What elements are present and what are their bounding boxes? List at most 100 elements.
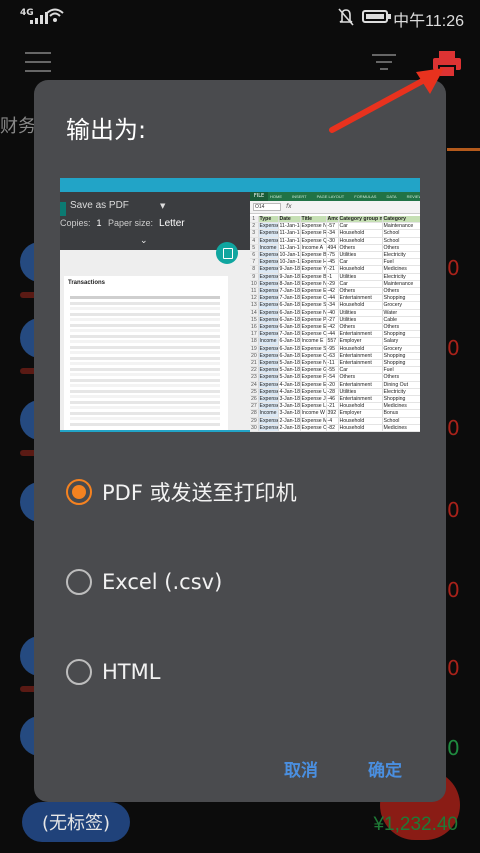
table-cell: Others — [338, 323, 383, 332]
table-row: 2Expense11-Jan-18Expense N-57CarMaintena… — [250, 222, 420, 231]
table-cell: Shopping — [382, 294, 420, 303]
wifi-icon — [46, 8, 64, 22]
table-cell: Dining Out — [382, 381, 420, 389]
table-cell: Expense — [258, 229, 279, 238]
table-cell: Car — [338, 280, 383, 289]
table-cell: Expense O — [300, 294, 327, 303]
cancel-button[interactable]: 取消 — [284, 756, 318, 781]
table-row: 4Expense11-Jan-18Expense Q-30HouseholdSc… — [250, 237, 420, 245]
pdf-row — [70, 329, 220, 332]
table-cell: Expense — [258, 417, 279, 425]
save-icon — [216, 242, 238, 264]
ribbon-tab: PAGE LAYOUT — [316, 194, 345, 199]
table-cell: Entertainment — [338, 352, 383, 361]
option-excel[interactable]: Excel (.csv) — [66, 564, 222, 600]
table-cell: -11 — [326, 359, 339, 368]
table-cell: Expense F — [300, 373, 327, 382]
table-cell: -44 — [326, 294, 339, 303]
option-label: PDF 或发送至打印机 — [102, 481, 297, 505]
table-row: 30 Expense 2-Jan-18 Expense C -82 Household Me… — [250, 424, 420, 432]
ribbon: HOMEINSERTPAGE LAYOUTFORMULASDATAREVIEW … — [250, 192, 420, 201]
row-number: 14 — [250, 309, 259, 317]
table-cell: Expense — [258, 359, 279, 368]
table-cell: Expense — [258, 323, 279, 332]
table-row: 17 Expense 7-Jan-18 Expense O -44 Entertainme… — [250, 330, 420, 339]
table-row: 8 Expense 9-Jan-18 Expense Y -21 Household Med… — [250, 265, 420, 274]
table-cell: -75 — [326, 251, 339, 260]
option-html[interactable]: HTML — [66, 654, 160, 690]
pdf-icon — [60, 202, 66, 216]
pdf-row — [70, 417, 220, 420]
row-number: 12 — [250, 294, 259, 303]
table-cell: Others — [382, 244, 420, 253]
table-cell: Utilities — [338, 388, 383, 397]
table-cell: 392 — [326, 409, 339, 418]
ribbon-tab: DATA — [386, 194, 397, 199]
row-number: 2 — [250, 222, 259, 231]
option-pdf[interactable]: PDF 或发送至打印机 — [66, 474, 297, 510]
table-cell: Income E — [300, 337, 327, 346]
list-amount: 0 — [447, 416, 460, 440]
row-number: 3 — [250, 229, 259, 238]
table-row: 29 Expense 2-Jan-18 Expense M -4 Household Sch… — [250, 417, 420, 425]
pdf-row — [70, 395, 220, 398]
ribbon-tab: INSERT — [292, 194, 307, 199]
row-number: 1 — [250, 216, 259, 224]
row-number: 23 — [250, 373, 259, 382]
table-cell: Grocery — [382, 301, 420, 310]
table-cell: Others — [338, 287, 383, 296]
pdf-row — [70, 345, 220, 349]
table-cell: Expense — [258, 309, 279, 317]
tab-indicator — [447, 148, 480, 151]
table-cell: Expense — [258, 265, 279, 274]
row-number: 9 — [250, 273, 259, 281]
ribbon-tab: FILE — [250, 192, 268, 201]
table-cell: Expense N — [300, 359, 327, 368]
table-cell: Entertainment — [338, 381, 383, 389]
row-number: 29 — [250, 417, 259, 425]
table-cell: -40 — [326, 309, 339, 317]
print-preview: Save as PDF ▼ Copies: 1 Paper size: Letter… — [60, 192, 250, 430]
table-row: 25 Expense 4-Jan-18 Expense U -28 Utilities El… — [250, 388, 420, 397]
table-cell: Medicines — [382, 424, 420, 432]
pdf-row — [70, 296, 220, 299]
table-cell: Medicines — [382, 402, 420, 411]
spreadsheet-preview: HOMEINSERTPAGE LAYOUTFORMULASDATAREVIEW … — [250, 192, 420, 432]
table-cell: Expense — [258, 251, 279, 260]
column-header: Date — [278, 216, 301, 224]
row-number: 27 — [250, 402, 259, 411]
table-cell: 4-Jan-18 — [278, 381, 301, 389]
row-number: 11 — [250, 287, 259, 296]
table-cell: -27 — [326, 316, 339, 325]
table-cell: Car — [338, 222, 383, 231]
table-cell: Car — [338, 366, 383, 375]
table-cell: -21 — [326, 265, 339, 274]
confirm-button[interactable]: 确定 — [368, 756, 402, 781]
row-number: 7 — [250, 258, 259, 267]
table-cell: -42 — [326, 323, 339, 332]
list-amount: 0 — [447, 656, 460, 680]
row-number: 30 — [250, 424, 259, 432]
row-number: 26 — [250, 395, 259, 404]
table-cell: 6-Jan-18 — [278, 352, 301, 361]
table-row: 28 Income 3-Jan-18 Income W 392 Employer Bonus — [250, 409, 420, 418]
table-cell: Expense — [258, 316, 279, 325]
table-cell: Others — [338, 373, 383, 382]
table-cell: Expense J — [300, 395, 327, 404]
table-cell: Others — [338, 244, 383, 253]
table-cell: Expense G — [300, 366, 327, 375]
row-number: 4 — [250, 237, 259, 245]
table-cell: 11-Jan-18 — [278, 237, 301, 245]
table-cell: Expense Q — [300, 237, 327, 245]
table-cell: Expense M — [300, 417, 327, 425]
table-cell: Expense E — [300, 323, 327, 332]
radio-html[interactable] — [66, 659, 92, 685]
table-cell: 8-Jan-18 — [278, 280, 301, 289]
table-cell: Expense Y — [300, 265, 327, 274]
radio-excel[interactable] — [66, 569, 92, 595]
table-cell: Expense — [258, 258, 279, 267]
table-cell: Expense — [258, 301, 279, 310]
menu-icon[interactable] — [25, 52, 51, 72]
list-amount: 0 — [447, 256, 460, 280]
radio-pdf[interactable] — [66, 479, 92, 505]
